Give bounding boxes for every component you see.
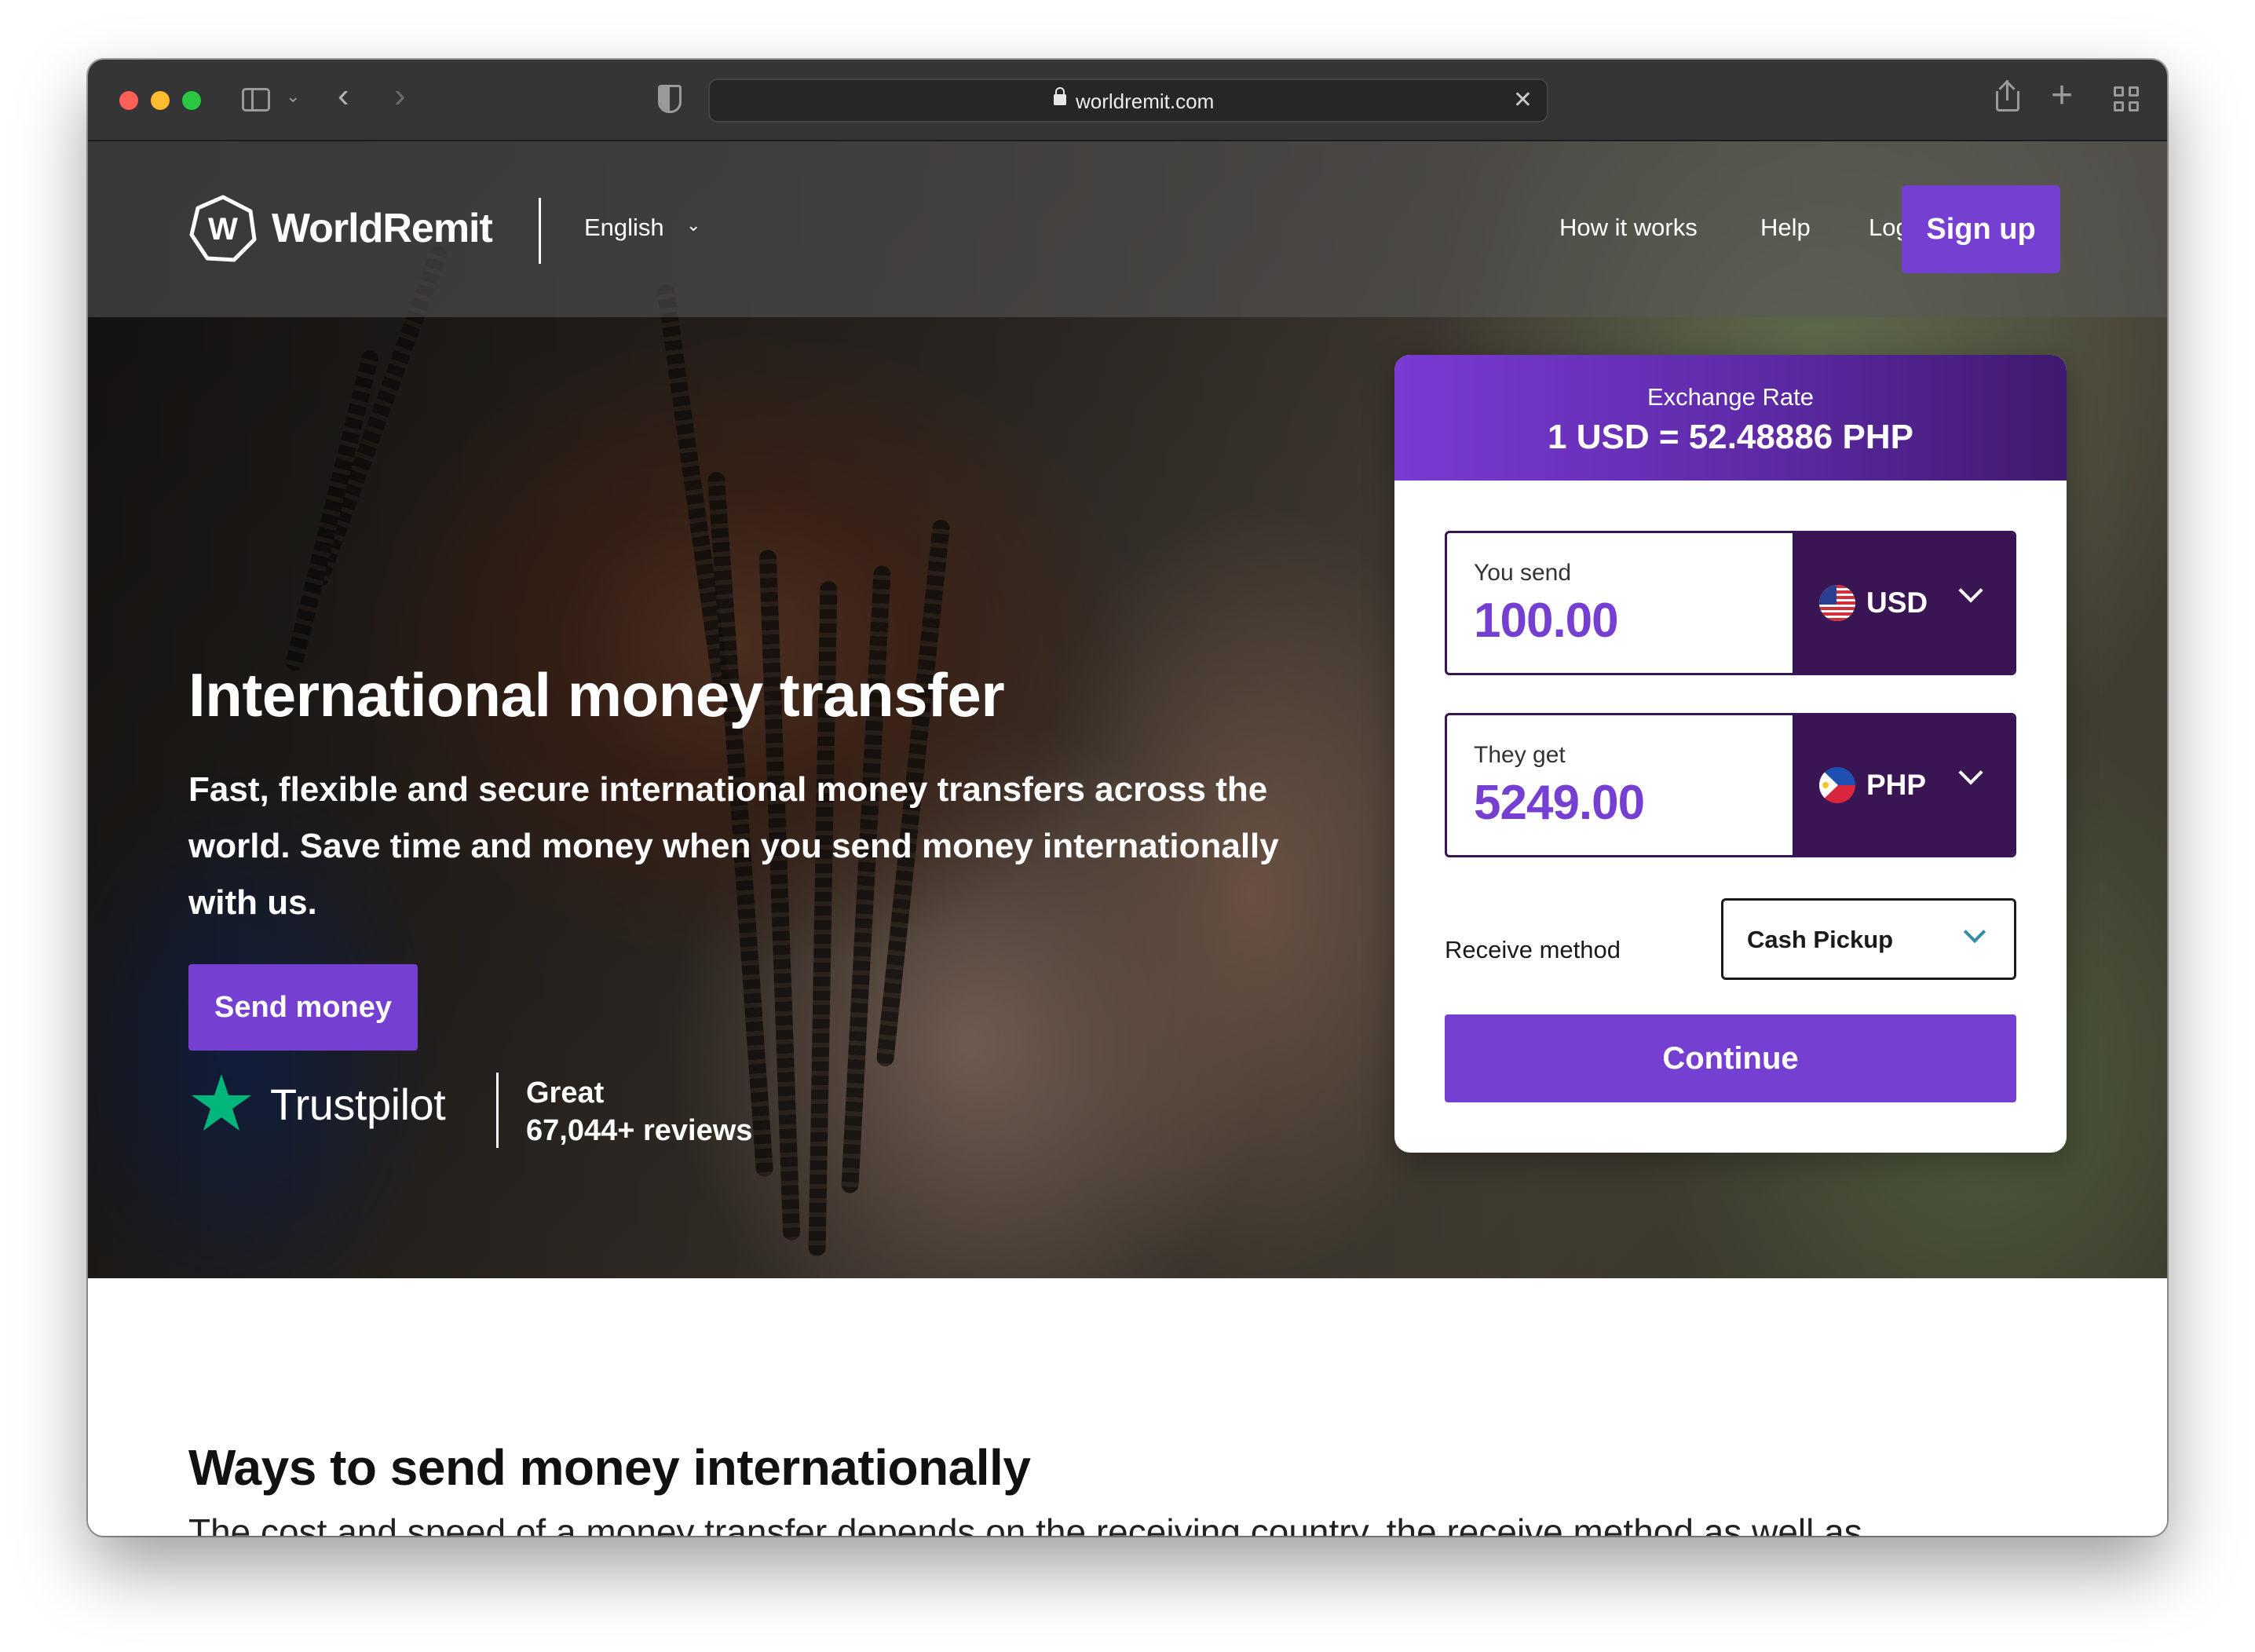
sign-up-button[interactable]: Sign up [1902,185,2060,273]
back-icon[interactable]: ‹ [338,79,349,113]
nav-how-it-works[interactable]: How it works [1559,214,1698,242]
section-title: Ways to send money internationally [188,1439,1031,1496]
lock-icon [1054,87,1066,105]
chevron-down-icon [1958,760,1983,785]
section-text: The cost and speed of a money transfer d… [188,1511,1862,1536]
receive-currency-code: PHP [1866,769,1927,801]
zoom-window-button[interactable] [182,91,201,110]
chevron-down-icon[interactable]: ⌄ [686,215,700,236]
tab-overview-icon[interactable] [2114,86,2140,113]
trustpilot-divider [496,1073,499,1148]
us-flag-icon [1819,585,1855,621]
exchange-rate-header: Exchange Rate 1 USD = 52.48886 PHP [1394,355,2067,481]
new-tab-icon[interactable]: + [2051,74,2073,118]
send-amount-label: You send [1474,560,1572,586]
share-icon[interactable] [1996,80,2019,111]
exchange-rate-label: Exchange Rate [1647,383,1814,411]
trustpilot-rating[interactable]: Great 67,044+ reviews [526,1074,752,1149]
privacy-shield-icon[interactable] [658,85,682,113]
address-bar[interactable]: worldremit.com ✕ [708,79,1548,122]
trustpilot-rating-word: Great [526,1076,605,1109]
chevron-down-icon[interactable]: ⌄ [286,86,300,107]
sidebar-icon[interactable] [242,88,270,111]
send-amount-input[interactable]: 100.00 [1474,593,1619,649]
receive-amount-field[interactable]: They get 5249.00 PHP [1445,713,2016,857]
trustpilot-star-icon [190,1071,253,1134]
send-money-button[interactable]: Send money [188,964,418,1051]
forward-icon[interactable]: › [394,79,406,113]
chevron-down-icon [1958,578,1983,603]
hero-title: International money transfer [188,660,1005,729]
receive-currency-select[interactable]: PHP [1793,715,2014,855]
send-amount-field[interactable]: You send 100.00 USD [1445,531,2016,675]
close-window-button[interactable] [119,91,138,110]
transfer-calculator: Exchange Rate 1 USD = 52.48886 PHP You s… [1394,355,2067,1153]
receive-method-value: Cash Pickup [1747,926,1894,953]
url-text: worldremit.com [1076,90,1215,113]
philippines-flag-icon [1819,767,1855,803]
receive-method-select[interactable]: Cash Pickup [1721,898,2016,980]
browser-window: ⌄ ‹ › worldremit.com ✕ + W WorldRemit En… [88,60,2167,1536]
chevron-down-icon [1963,920,1986,944]
worldremit-logo[interactable]: W WorldRemit [188,193,493,264]
exchange-rate-value: 1 USD = 52.48886 PHP [1548,418,1913,456]
send-currency-select[interactable]: USD [1793,533,2014,673]
language-selector[interactable]: English [584,214,664,242]
send-currency-code: USD [1866,587,1928,619]
logo-text: WorldRemit [272,206,493,251]
nav-help[interactable]: Help [1760,214,1811,242]
hero-subtitle: Fast, flexible and secure international … [188,770,1279,922]
web-page: W WorldRemit English ⌄ How it works Help… [88,141,2167,1536]
continue-button[interactable]: Continue [1445,1014,2016,1102]
clear-url-icon[interactable]: ✕ [1513,86,1533,114]
receive-amount-input[interactable]: 5249.00 [1474,775,1645,831]
hero-section: W WorldRemit English ⌄ How it works Help… [88,141,2167,1278]
trustpilot-name[interactable]: Trustpilot [270,1079,446,1130]
trustpilot-review-count: 67,044+ reviews [526,1114,753,1147]
header-divider [539,198,541,264]
worldremit-logo-icon: W [188,194,258,263]
receive-amount-label: They get [1474,742,1566,768]
minimize-window-button[interactable] [151,91,170,110]
browser-toolbar: ⌄ ‹ › worldremit.com ✕ + [88,60,2167,141]
svg-text:W: W [208,212,238,247]
receive-method-label: Receive method [1445,936,1621,963]
